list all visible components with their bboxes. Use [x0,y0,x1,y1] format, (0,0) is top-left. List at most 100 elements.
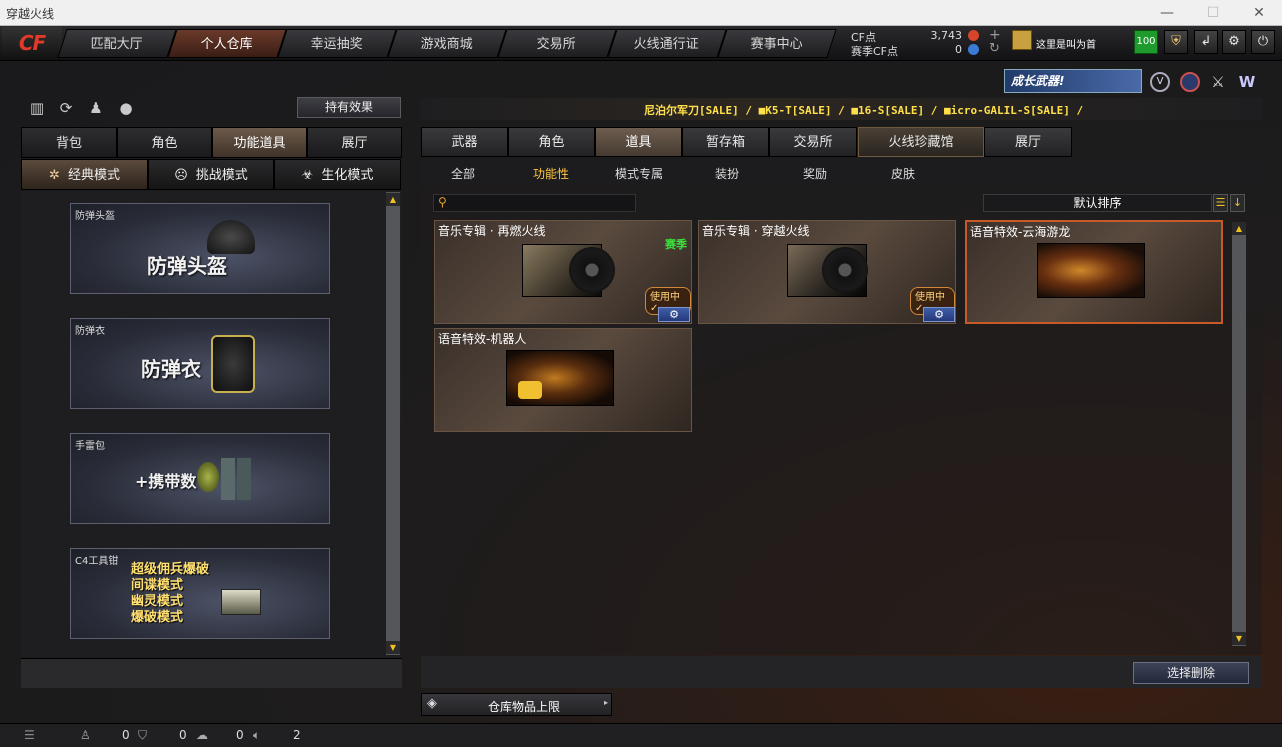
subtab-rewards[interactable]: 奖励 [803,165,827,182]
helmet-card[interactable]: 防弹头盔 防弹头盔 [70,203,330,294]
item-card[interactable]: 音乐专辑 · 穿越火线 使用中✓ ⚙ [698,220,956,324]
right-tab-storage[interactable]: 暂存箱 [682,127,769,157]
mode-tab-biochem[interactable]: ☣ 生化模式 [274,159,401,190]
card-caption: 防弹衣 [75,326,105,337]
grenade-icon[interactable]: ● [116,98,136,118]
nav-tab-label: 交易所 [537,37,577,52]
item-card[interactable]: 语音特效-机器人 [434,328,692,432]
left-scrollbar[interactable] [386,192,400,655]
sale-ticker[interactable]: 尼泊尔军刀[SALE] / ■K5-T[SALE] / ■16-S[SALE] … [644,102,1083,118]
menu-list-icon[interactable]: ☰ [24,728,35,742]
close-icon[interactable]: ✕ [1236,0,1282,26]
owned-effects-button[interactable]: 持有效果 [297,97,401,118]
right-tab-label: 武器 [451,135,478,150]
back-arrow-icon[interactable]: ↲ [1194,30,1218,54]
sort-dropdown[interactable]: 默认排序 [983,194,1212,212]
power-icon[interactable]: ⏻ [1251,30,1275,54]
c4-mode-list: 超级佣兵爆破 间谍模式 幽灵模式 爆破模式 [131,562,209,626]
season-cf-value: 0 [955,43,962,56]
right-scrollbar[interactable] [1232,222,1246,646]
right-tab-character[interactable]: 角色 [508,127,595,157]
select-delete-button[interactable]: 选择删除 [1133,662,1249,684]
item-card[interactable]: 音乐专辑 · 再燃火线 赛季 使用中✓ ⚙ [434,220,692,324]
nav-tab-shop[interactable]: 游戏商城 [387,29,507,58]
right-tab-showroom[interactable]: 展厅 [984,127,1072,157]
rank-badge-icon [1012,30,1032,50]
item-name: 音乐专辑 · 再燃火线 [438,224,546,238]
capacity-label: 仓库物品上限 [488,700,561,714]
sale-ticker-bar: 尼泊尔军刀[SALE] / ■K5-T[SALE] / ■16-S[SALE] … [420,98,1262,120]
mode-label: 生化模式 [321,168,374,183]
globe-icon[interactable] [1180,72,1200,92]
flash-grenade-icon [237,458,251,500]
character-icon[interactable]: ♟ [86,98,106,118]
left-tab-label: 展厅 [341,136,368,151]
sort-direction-icon[interactable]: ↓ [1230,194,1245,212]
grenade-pack-card[interactable]: 手雷包 +携带数 [70,433,330,524]
dragon-voice-thumbnail [1037,243,1145,298]
item-settings-button[interactable]: ⚙ [658,307,690,322]
gear-icon[interactable]: ⚙ [1222,30,1246,54]
speaker-icon[interactable]: 🔈︎ [253,728,260,743]
mode-tab-challenge[interactable]: ☹ 挑战模式 [148,159,274,190]
crossed-swords-icon[interactable]: ⚔ [1208,72,1228,92]
nav-tab-label: 赛事中心 [750,37,803,52]
badge-v-icon[interactable]: V [1150,72,1170,92]
chat-bubble-icon[interactable]: ☁ [196,728,208,742]
left-tab-backpack[interactable]: 背包 [21,127,117,158]
c4-mode-line: 超级佣兵爆破 [131,562,210,577]
left-tab-function-items[interactable]: 功能道具 [212,127,307,158]
subtab-all[interactable]: 全部 [451,165,475,182]
right-tab-weapons[interactable]: 武器 [421,127,508,157]
card-text: +携带数 [135,472,197,491]
maximize-icon[interactable]: ☐ [1190,0,1236,26]
nav-tab-warehouse[interactable]: 个人仓库 [167,29,287,58]
right-tab-items[interactable]: 道具 [595,127,682,157]
scroll-up-icon[interactable]: ▲ [386,193,400,206]
item-settings-button[interactable]: ⚙ [923,307,955,322]
right-tab-exchange[interactable]: 交易所 [769,127,857,157]
card-text: 防弹头盔 [147,254,227,278]
player-name[interactable]: 这里是叫为首 [1036,36,1096,51]
minimize-icon[interactable]: — [1144,0,1190,26]
item-card[interactable]: 语音特效-云海游龙 [965,220,1223,324]
card-caption: 手雷包 [75,441,105,452]
nav-tab-match-lobby[interactable]: 匹配大厅 [57,29,177,58]
right-tab-label: 交易所 [793,135,833,150]
right-tab-collection[interactable]: 火线珍藏馆 [858,127,984,157]
subtab-functional[interactable]: 功能性 [533,165,569,182]
c4-mode-line: 爆破模式 [131,610,184,625]
search-field[interactable] [452,196,632,210]
stats-icon[interactable]: ▥ [27,98,47,118]
window-title: 穿越火线 [6,7,55,21]
c4-bomb-icon [221,589,261,615]
c4-mode-line: 间谍模式 [131,578,184,593]
armor-card[interactable]: 防弹衣 防弹衣 [70,318,330,409]
growth-weapon-banner[interactable]: 成长武器! [1004,69,1142,93]
left-tab-character[interactable]: 角色 [117,127,212,158]
left-tab-showroom[interactable]: 展厅 [307,127,402,158]
mode-tab-classic[interactable]: ✲ 经典模式 [21,159,148,190]
nav-tab-lottery[interactable]: 幸运抽奖 [277,29,397,58]
cycle-icon[interactable]: ⟳ [56,98,76,118]
c4-tool-card[interactable]: C4工具钳 超级佣兵爆破 间谍模式 幽灵模式 爆破模式 [70,548,330,639]
nav-tab-exchange[interactable]: 交易所 [497,29,617,58]
right-tab-label: 暂存箱 [705,135,745,150]
cf-logo[interactable]: CF [2,27,62,60]
list-view-icon[interactable]: ☰ [1213,194,1228,212]
item-name: 音乐专辑 · 穿越火线 [702,224,810,238]
scroll-up-icon[interactable]: ▲ [1232,222,1246,235]
subtab-mode-exclusive[interactable]: 模式专属 [615,165,663,182]
grenade-icon [197,462,219,492]
shield-icon[interactable]: ⛨ [1164,30,1188,54]
nav-tab-battle-pass[interactable]: 火线通行证 [607,29,727,58]
capacity-bar[interactable]: ◈ 仓库物品上限 ▸ [421,693,612,716]
search-input[interactable]: ⚲ [433,194,636,212]
scroll-down-icon[interactable]: ▼ [1232,632,1246,645]
scroll-down-icon[interactable]: ▼ [386,641,400,654]
nav-tab-events[interactable]: 赛事中心 [717,29,837,58]
refresh-icon[interactable]: ↻ [989,41,1000,56]
subtab-outfit[interactable]: 装扮 [715,165,739,182]
w-logo-icon[interactable]: W [1236,72,1258,92]
subtab-skins[interactable]: 皮肤 [891,165,915,182]
